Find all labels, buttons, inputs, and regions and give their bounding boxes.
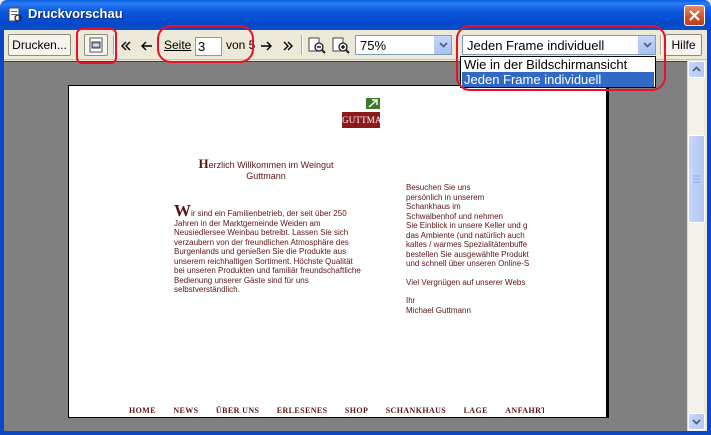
page-label: Seite	[164, 38, 192, 52]
nav-item-ueber-uns: ÜBER UNS	[215, 406, 260, 415]
title-bar: Druckvorschau	[0, 0, 711, 30]
site-nav: HOME NEWS ÜBER UNS ERLESENES SHOP SCHANK…	[129, 406, 544, 415]
separator	[660, 35, 662, 55]
chevron-up-icon	[692, 66, 701, 72]
print-button-label: Drucken...	[12, 38, 67, 52]
logo-mark	[366, 98, 380, 109]
intro-text: ir sind ein Familienbetrieb, der seit üb…	[174, 209, 361, 294]
grip-icon	[693, 175, 700, 183]
zoom-in-icon	[332, 37, 350, 54]
print-preview-icon	[8, 7, 22, 22]
arrow-icon	[368, 99, 378, 108]
zoom-in-button[interactable]	[331, 34, 351, 56]
dropdown-option-as-on-screen[interactable]: Wie in der Bildschirmansicht	[462, 57, 654, 72]
visit-line: Besuchen Sie uns	[406, 183, 471, 192]
visit-line: und schnell über unseren Online-S	[406, 259, 530, 268]
close-button[interactable]	[684, 5, 705, 26]
nav-item-home: HOME	[129, 406, 156, 415]
chevron-down-icon	[439, 42, 448, 48]
nav-item-shop: SHOP	[344, 406, 369, 415]
visit-line: Schankhaus im	[406, 202, 461, 211]
intro-paragraph: Wir sind ein Familienbetrieb, der seit ü…	[174, 202, 364, 295]
window-title: Druckvorschau	[28, 6, 123, 21]
last-page-icon	[283, 41, 293, 51]
visit-line: Sie Einblick in unsere Keller und g	[406, 221, 528, 230]
welcome-line1: erzlich Willkommen im Weingut	[208, 160, 334, 170]
nav-item-news: NEWS	[173, 406, 199, 415]
separator	[76, 35, 78, 55]
scroll-thumb[interactable]	[688, 135, 705, 223]
dropdown-option-each-frame[interactable]: Jeden Frame individuell	[462, 72, 654, 87]
nav-item-anfahrt: ANFAHRT	[505, 406, 544, 415]
last-page-button[interactable]	[279, 34, 296, 56]
page-count-label: von 5	[226, 38, 256, 52]
signoff-line2: Michael Guttmann	[406, 305, 471, 315]
visit-line: persönlich in unserem	[406, 192, 485, 202]
nav-item-schankhaus: SCHANKHAUS	[385, 406, 447, 415]
visit-closing: Viel Vergnügen auf unserer Webs	[406, 277, 526, 287]
scroll-down-button[interactable]	[688, 413, 705, 430]
frame-mode-select-value: Jeden Frame individuell	[467, 38, 605, 53]
preview-page: GUTTMANN Herzlich Willkommen im Weingut …	[68, 85, 609, 418]
zoom-select-value: 75%	[360, 38, 387, 53]
frame-mode-dropdown-list: Wie in der Bildschirmansicht Jeden Frame…	[460, 56, 656, 88]
page-setup-button[interactable]	[84, 34, 108, 56]
vertical-scrollbar[interactable]	[687, 61, 705, 431]
scroll-up-button[interactable]	[688, 61, 705, 78]
chevron-down-icon	[692, 419, 701, 425]
arrow-left-icon	[140, 41, 152, 51]
page-setup-icon	[89, 37, 103, 53]
logo: GUTTMANN	[342, 98, 395, 130]
frame-mode-dropdown-button[interactable]	[638, 36, 655, 54]
welcome-heading: Herzlich Willkommen im Weingut Guttmann	[191, 156, 341, 182]
visit-line: bestellen Sie ausgewählte Produkt	[406, 249, 529, 259]
intro-initial: W	[174, 201, 191, 220]
signoff-line1: Ihr	[406, 296, 416, 305]
zoom-select[interactable]: 75%	[355, 35, 452, 55]
preview-area[interactable]: GUTTMANN Herzlich Willkommen im Weingut …	[4, 61, 687, 431]
first-page-button[interactable]	[117, 34, 134, 56]
print-button[interactable]: Drucken...	[8, 34, 71, 56]
logo-text: GUTTMANN	[342, 112, 395, 128]
previous-page-button[interactable]	[138, 34, 155, 56]
first-page-icon	[120, 41, 130, 51]
welcome-line2: Guttmann	[246, 171, 286, 181]
zoom-out-icon	[308, 37, 326, 54]
separator	[301, 35, 303, 55]
visit-line: Schwalbenhof und nehmen	[406, 211, 503, 221]
help-button[interactable]: Hilfe	[665, 34, 702, 56]
visit-line: kaltes / warmes Spezialitätenbuffe	[406, 240, 528, 249]
chevron-down-icon	[643, 42, 652, 48]
zoom-dropdown-button[interactable]	[434, 36, 451, 54]
help-button-label: Hilfe	[671, 38, 696, 52]
arrow-right-icon	[260, 41, 272, 51]
page-number-input[interactable]: 3	[195, 37, 222, 56]
nav-item-lage: LAGE	[463, 406, 488, 415]
welcome-initial: H	[198, 156, 209, 171]
separator	[456, 35, 458, 55]
next-page-button[interactable]	[257, 34, 274, 56]
zoom-out-button[interactable]	[307, 34, 327, 56]
nav-item-erlesenes: ERLESENES	[276, 406, 328, 415]
frame-mode-select[interactable]: Jeden Frame individuell	[462, 35, 656, 55]
close-icon	[689, 10, 700, 21]
visit-paragraph: Besuchen Sie uns persönlich in unserem S…	[406, 183, 542, 315]
separator	[113, 35, 115, 55]
visit-line: das Ambiente (und natürlich auch	[406, 230, 525, 240]
